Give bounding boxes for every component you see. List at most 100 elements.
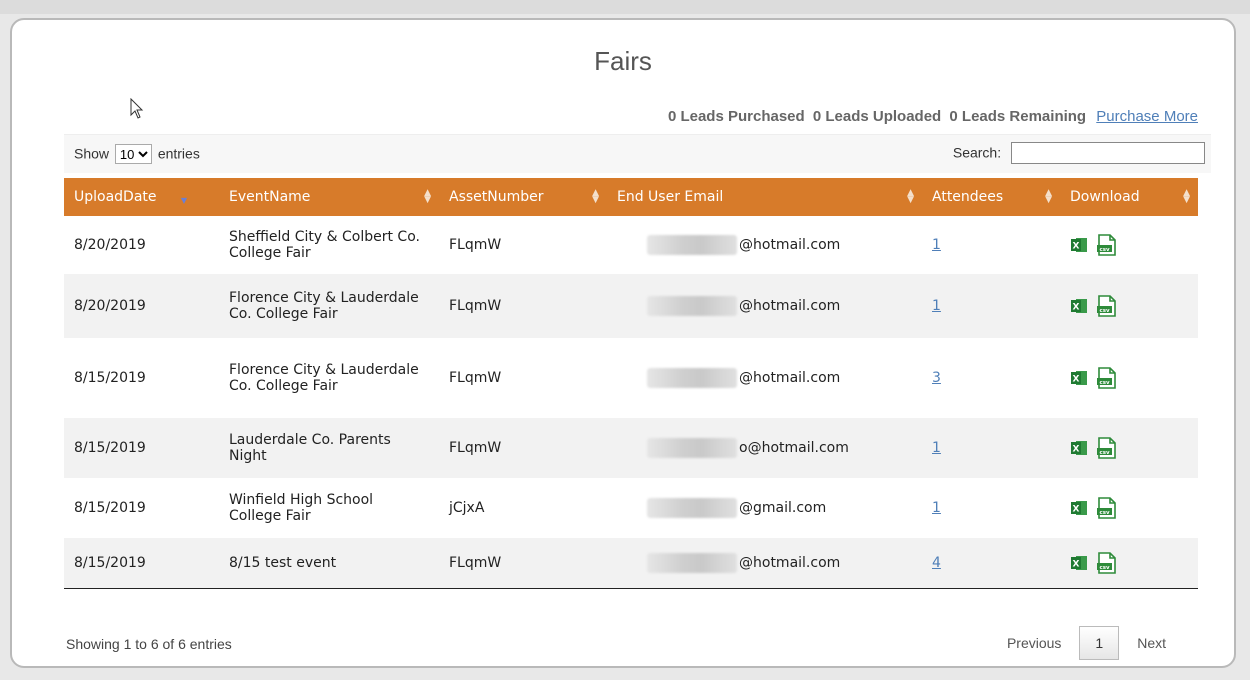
- email-domain: @hotmail.com: [739, 370, 841, 386]
- page-title: Fairs: [594, 46, 652, 76]
- upload-date-cell: 8/20/2019: [64, 274, 219, 338]
- column-header-label: Attendees: [932, 189, 1004, 205]
- leads-uploaded: 0 Leads Uploaded: [812, 108, 942, 125]
- svg-text:X: X: [1073, 505, 1080, 515]
- upload-date-cell: 8/15/2019: [64, 538, 219, 589]
- fairs-panel: Fairs 0 Leads Purchased 0 Leads Uploaded…: [10, 18, 1236, 668]
- event-name-cell: Florence City & Lauderdale Co. College F…: [219, 338, 439, 418]
- attendees-link[interactable]: 1: [932, 237, 941, 253]
- csv-icon[interactable]: csv: [1096, 437, 1118, 459]
- excel-icon[interactable]: X: [1070, 439, 1088, 457]
- leads-remaining: 0 Leads Remaining: [949, 108, 1087, 125]
- email-domain: o@hotmail.com: [739, 440, 849, 456]
- column-header-email[interactable]: End User Email ▲ ▼: [607, 178, 922, 216]
- csv-icon[interactable]: csv: [1096, 367, 1118, 389]
- csv-icon[interactable]: csv: [1096, 551, 1118, 574]
- email-cell: o@hotmail.com: [607, 418, 922, 478]
- column-header-label: Download: [1070, 189, 1140, 205]
- event-name-cell: Winfield High School College Fair: [219, 478, 439, 538]
- column-header-label: AssetNumber: [449, 189, 544, 205]
- svg-text:X: X: [1073, 445, 1080, 455]
- asset-number-cell: FLqmW: [439, 274, 607, 338]
- fairs-table: UploadDate ▼ EventName ▲ ▼ AssetNumber ▲ ▼…: [64, 178, 1198, 589]
- leads-purchased: 0 Leads Purchased: [667, 108, 805, 125]
- asset-number-cell: jCjxA: [439, 478, 607, 538]
- attendees-link[interactable]: 1: [932, 440, 941, 456]
- redacted-email-blur: [647, 235, 737, 255]
- attendees-cell: 1: [922, 274, 1060, 338]
- entries-select[interactable]: 10: [114, 144, 152, 164]
- attendees-link[interactable]: 1: [932, 298, 941, 314]
- redacted-email-blur: [647, 296, 737, 316]
- search-input[interactable]: [1011, 142, 1205, 164]
- download-cell: X csv: [1060, 478, 1198, 538]
- excel-icon[interactable]: X: [1070, 297, 1088, 315]
- column-header-assetnumber[interactable]: AssetNumber ▲ ▼: [439, 178, 607, 216]
- page-1-button[interactable]: 1: [1079, 626, 1120, 660]
- column-header-attendees[interactable]: Attendees ▲ ▼: [922, 178, 1060, 216]
- table-body: 8/20/2019 Sheffield City & Colbert Co. C…: [64, 216, 1198, 589]
- attendees-cell: 1: [922, 478, 1060, 538]
- asset-number-cell: FLqmW: [439, 338, 607, 418]
- csv-icon[interactable]: csv: [1096, 295, 1118, 317]
- leads-summary: 0 Leads Purchased 0 Leads Uploaded 0 Lea…: [664, 108, 1198, 125]
- excel-icon[interactable]: X: [1070, 554, 1088, 572]
- download-cell: X csv: [1060, 418, 1198, 478]
- column-header-uploaddate[interactable]: UploadDate ▼: [64, 178, 219, 216]
- svg-text:X: X: [1073, 559, 1080, 569]
- email-domain: @hotmail.com: [739, 554, 841, 571]
- redacted-email-blur: [647, 552, 737, 573]
- sort-icon: ▲ ▼: [1045, 188, 1052, 205]
- svg-text:X: X: [1073, 242, 1080, 252]
- excel-icon[interactable]: X: [1070, 369, 1088, 387]
- csv-icon-label: csv: [1100, 450, 1111, 456]
- csv-icon[interactable]: csv: [1096, 497, 1118, 519]
- top-strip: [0, 0, 1250, 14]
- sort-icon: ▲ ▼: [424, 188, 431, 205]
- column-header-label: EventName: [229, 189, 311, 205]
- excel-icon[interactable]: X: [1070, 236, 1088, 254]
- upload-date-cell: 8/20/2019: [64, 216, 219, 274]
- svg-text:X: X: [1073, 375, 1080, 385]
- attendees-cell: 3: [922, 338, 1060, 418]
- pagination: Previous 1 Next: [997, 626, 1176, 660]
- attendees-link[interactable]: 3: [932, 370, 941, 386]
- upload-date-cell: 8/15/2019: [64, 418, 219, 478]
- table-info: Showing 1 to 6 of 6 entries: [66, 636, 232, 652]
- attendees-link[interactable]: 1: [932, 500, 941, 516]
- table-controls: Show 10 entries Search:: [64, 134, 1211, 173]
- table-row: 8/15/2019 8/15 test event FLqmW @hotmail…: [64, 538, 1198, 589]
- email-cell: @hotmail.com: [607, 538, 922, 589]
- email-cell: @hotmail.com: [607, 338, 922, 418]
- column-header-eventname[interactable]: EventName ▲ ▼: [219, 178, 439, 216]
- csv-icon-label: csv: [1100, 510, 1111, 516]
- event-name-cell: 8/15 test event: [219, 538, 439, 589]
- email-domain: @hotmail.com: [739, 237, 841, 253]
- attendees-link[interactable]: 4: [932, 555, 941, 571]
- excel-icon[interactable]: X: [1070, 499, 1088, 517]
- column-header-download[interactable]: Download ▲ ▼: [1060, 178, 1198, 216]
- table-row: 8/20/2019 Sheffield City & Colbert Co. C…: [64, 216, 1198, 274]
- csv-icon-label: csv: [1100, 247, 1111, 253]
- sort-icon: ▲ ▼: [907, 188, 914, 205]
- attendees-cell: 4: [922, 538, 1060, 589]
- download-cell: X csv: [1060, 274, 1198, 338]
- redacted-email-blur: [647, 438, 737, 458]
- attendees-cell: 1: [922, 418, 1060, 478]
- csv-icon-label: csv: [1100, 380, 1111, 386]
- download-cell: X csv: [1060, 538, 1198, 589]
- redacted-email-blur: [647, 498, 737, 518]
- attendees-cell: 1: [922, 216, 1060, 274]
- download-cell: X csv: [1060, 216, 1198, 274]
- email-cell: @gmail.com: [607, 478, 922, 538]
- next-button[interactable]: Next: [1127, 627, 1176, 659]
- csv-icon[interactable]: csv: [1096, 234, 1118, 256]
- table-row: 8/15/2019 Winfield High School College F…: [64, 478, 1198, 538]
- purchase-more-link[interactable]: Purchase More: [1096, 108, 1198, 125]
- previous-button[interactable]: Previous: [997, 627, 1071, 659]
- event-name-cell: Sheffield City & Colbert Co. College Fai…: [219, 216, 439, 274]
- asset-number-cell: FLqmW: [439, 418, 607, 478]
- email-domain: @hotmail.com: [739, 298, 841, 314]
- search-label: Search:: [952, 144, 1002, 161]
- email-cell: @hotmail.com: [607, 216, 922, 274]
